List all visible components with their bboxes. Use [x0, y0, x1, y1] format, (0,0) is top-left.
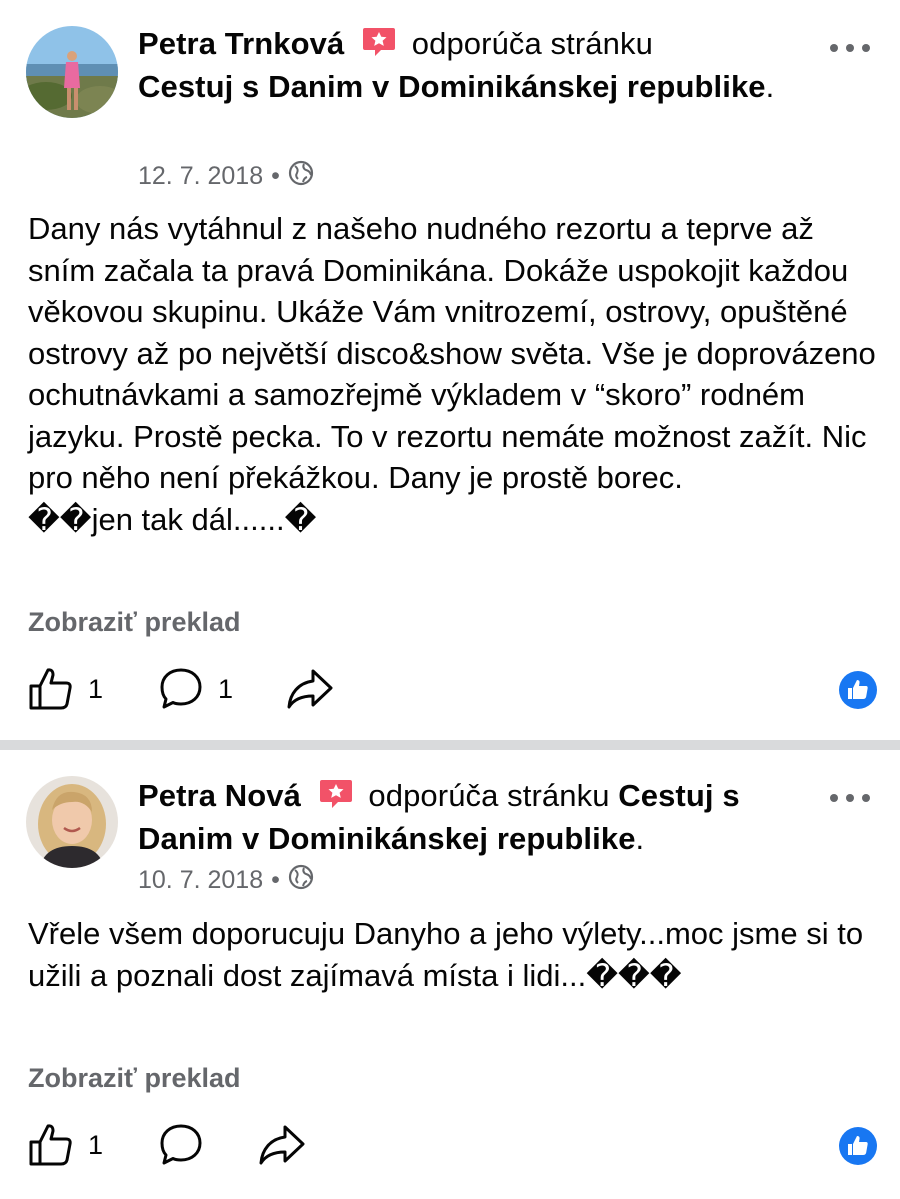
- action-bar: 1: [28, 1122, 878, 1172]
- period: .: [765, 69, 775, 104]
- more-options-button[interactable]: [830, 38, 870, 58]
- recommend-icon: [318, 778, 354, 810]
- post-meta: 10. 7. 2018 •: [138, 863, 314, 897]
- like-reaction-icon[interactable]: [838, 1126, 878, 1166]
- recommends-text: odporúča stránku: [368, 778, 610, 813]
- share-button[interactable]: [258, 1122, 306, 1168]
- more-icon-dot: [846, 794, 854, 802]
- like-count: 1: [88, 673, 104, 704]
- like-reaction-icon[interactable]: [838, 670, 878, 710]
- review-post: Petra Trnková odporúča stránku Cestuj s …: [0, 0, 900, 742]
- comment-button[interactable]: 1: [158, 666, 233, 712]
- author-name[interactable]: Petra Trnková: [138, 26, 344, 61]
- recommend-icon: [361, 26, 397, 58]
- comment-icon: [158, 666, 204, 712]
- more-icon-dot: [862, 794, 870, 802]
- like-count: 1: [88, 1129, 104, 1160]
- meta-separator: •: [271, 865, 280, 894]
- comment-button[interactable]: [158, 1122, 218, 1168]
- review-post: Petra Nová odporúča stránku Cestuj s Dan…: [0, 750, 900, 1199]
- post-divider: [0, 740, 900, 750]
- globe-icon: [288, 864, 314, 897]
- author-name[interactable]: Petra Nová: [138, 778, 301, 813]
- post-header: Petra Trnková odporúča stránku Cestuj s …: [138, 22, 818, 108]
- post-meta: 12. 7. 2018 •: [138, 159, 314, 193]
- period: .: [635, 821, 645, 856]
- page-link[interactable]: Cestuj s Danim v Dominikánskej republike: [138, 69, 766, 104]
- action-bar: 1 1: [28, 666, 878, 716]
- post-body: Vřele všem doporucuju Danyho a jeho výle…: [28, 916, 864, 993]
- see-translation-link[interactable]: Zobraziť preklad: [28, 1063, 240, 1094]
- recommends-text: odporúča stránku: [411, 26, 653, 61]
- like-button[interactable]: 1: [28, 1122, 103, 1168]
- share-icon: [258, 1122, 306, 1168]
- more-icon-dot: [846, 44, 854, 52]
- like-icon: [28, 1122, 74, 1168]
- more-icon: [830, 794, 838, 802]
- share-button[interactable]: [286, 666, 334, 712]
- more-options-button[interactable]: [830, 788, 870, 808]
- post-date[interactable]: 12. 7. 2018: [138, 162, 263, 191]
- like-icon: [28, 666, 74, 712]
- more-icon: [830, 44, 838, 52]
- avatar[interactable]: [26, 776, 118, 868]
- share-icon: [286, 666, 334, 712]
- comment-count: 1: [218, 673, 234, 704]
- more-icon-dot: [862, 44, 870, 52]
- like-button[interactable]: 1: [28, 666, 103, 712]
- post-body: Dany nás vytáhnul z našeho nudného rezor…: [28, 211, 876, 537]
- avatar[interactable]: [26, 26, 118, 118]
- see-translation-link[interactable]: Zobraziť preklad: [28, 607, 240, 638]
- meta-separator: •: [271, 161, 280, 190]
- globe-icon: [288, 160, 314, 193]
- post-date[interactable]: 10. 7. 2018: [138, 866, 263, 895]
- comment-icon: [158, 1122, 204, 1168]
- post-header: Petra Nová odporúča stránku Cestuj s Dan…: [138, 774, 818, 860]
